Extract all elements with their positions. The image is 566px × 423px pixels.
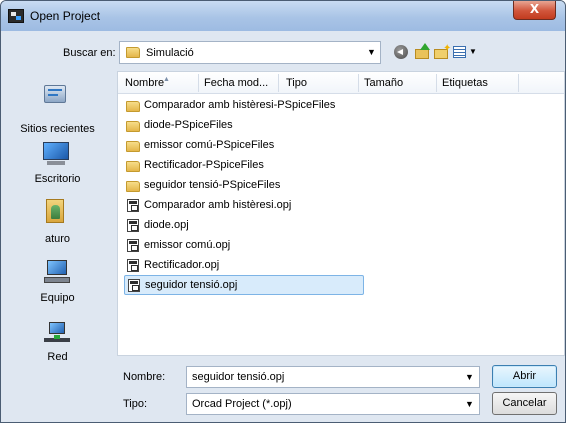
back-icon[interactable] — [393, 43, 411, 61]
column-size[interactable]: Tamaño — [364, 77, 403, 89]
file-item[interactable]: emissor comú.opj — [124, 236, 364, 256]
app-icon — [8, 9, 24, 23]
dropdown-arrow-icon[interactable]: ▼ — [465, 399, 474, 409]
window-title: Open Project — [30, 9, 101, 23]
folder-item[interactable]: Comparador amb histèresi-PSpiceFiles — [124, 96, 364, 116]
views-menu-icon[interactable]: ▼ — [452, 43, 478, 61]
folder-icon — [126, 47, 140, 58]
folder-icon — [126, 121, 140, 132]
filetype-label: Tipo: — [123, 398, 148, 410]
look-in-label: Buscar en: — [63, 47, 116, 59]
filename-value[interactable]: seguidor tensió.opj — [192, 371, 284, 383]
desktop-icon — [42, 141, 70, 167]
computer-icon — [43, 259, 71, 287]
file-item[interactable]: Rectificador.opj — [124, 256, 364, 276]
opj-file-icon — [127, 199, 139, 212]
look-in-value: Simulació — [146, 47, 194, 59]
opj-file-icon — [127, 219, 139, 232]
user-folder-icon — [44, 197, 68, 225]
column-type[interactable]: Tipo — [286, 77, 307, 89]
filename-combo[interactable]: seguidor tensió.opj ▼ — [186, 366, 480, 388]
column-name[interactable]: Nombre ▲ — [125, 76, 170, 89]
recent-places-icon — [42, 83, 68, 107]
folder-item[interactable]: emissor comú-PSpiceFiles — [124, 136, 364, 156]
column-divider[interactable] — [198, 74, 199, 92]
folder-icon — [126, 181, 140, 192]
places-bar: Sitios recientes Escritorio aturo Equipo… — [1, 71, 114, 409]
filetype-value: Orcad Project (*.opj) — [192, 398, 292, 410]
folder-item[interactable]: seguidor tensió-PSpiceFiles — [124, 176, 364, 196]
filetype-select[interactable]: Orcad Project (*.opj) ▼ — [186, 393, 480, 415]
folder-icon — [126, 141, 140, 152]
file-list[interactable]: Nombre ▲ Fecha mod... Tipo Tamaño Etiquet… — [117, 71, 565, 356]
filename-label: Nombre: — [123, 371, 166, 383]
column-divider[interactable] — [358, 74, 359, 92]
column-header: Nombre ▲ Fecha mod... Tipo Tamaño Etiquet… — [118, 72, 564, 94]
close-button[interactable]: X — [513, 1, 556, 20]
network-icon — [43, 321, 71, 349]
column-date[interactable]: Fecha mod... — [204, 77, 268, 89]
new-folder-icon[interactable]: ✦ — [433, 43, 451, 61]
place-label: Red — [47, 351, 68, 363]
folder-item[interactable]: Rectificador-PSpiceFiles — [124, 156, 364, 176]
dropdown-arrow-icon[interactable]: ▼ — [465, 372, 474, 382]
place-label: Escritorio — [34, 173, 81, 185]
place-label: Equipo — [40, 292, 75, 304]
column-tags[interactable]: Etiquetas — [442, 77, 488, 89]
file-item-selected[interactable]: seguidor tensió.opj — [124, 275, 364, 295]
folder-item[interactable]: diode-PSpiceFiles — [124, 116, 364, 136]
place-label: Sitios recientes — [20, 123, 95, 135]
dropdown-arrow-icon[interactable]: ▼ — [367, 47, 376, 57]
cancel-button[interactable]: Cancelar — [492, 392, 557, 415]
file-item[interactable]: diode.opj — [124, 216, 364, 236]
open-project-dialog: Open Project X Buscar en: Simulació ▼ ✦ … — [0, 0, 566, 423]
column-divider[interactable] — [436, 74, 437, 92]
up-folder-icon[interactable] — [414, 43, 432, 61]
look-in-dropdown[interactable]: Simulació ▼ — [119, 41, 381, 64]
column-divider[interactable] — [518, 74, 519, 92]
opj-file-icon — [127, 259, 139, 272]
sort-up-icon: ▲ — [163, 76, 170, 83]
folder-icon — [126, 161, 140, 172]
column-divider[interactable] — [278, 74, 279, 92]
opj-file-icon — [127, 239, 139, 252]
file-item[interactable]: Comparador amb histèresi.opj — [124, 196, 364, 216]
folder-icon — [126, 101, 140, 112]
open-button[interactable]: Abrir — [492, 365, 557, 388]
opj-file-icon — [128, 279, 140, 292]
place-label: aturo — [44, 233, 71, 245]
title-bar[interactable]: Open Project X — [1, 1, 565, 31]
